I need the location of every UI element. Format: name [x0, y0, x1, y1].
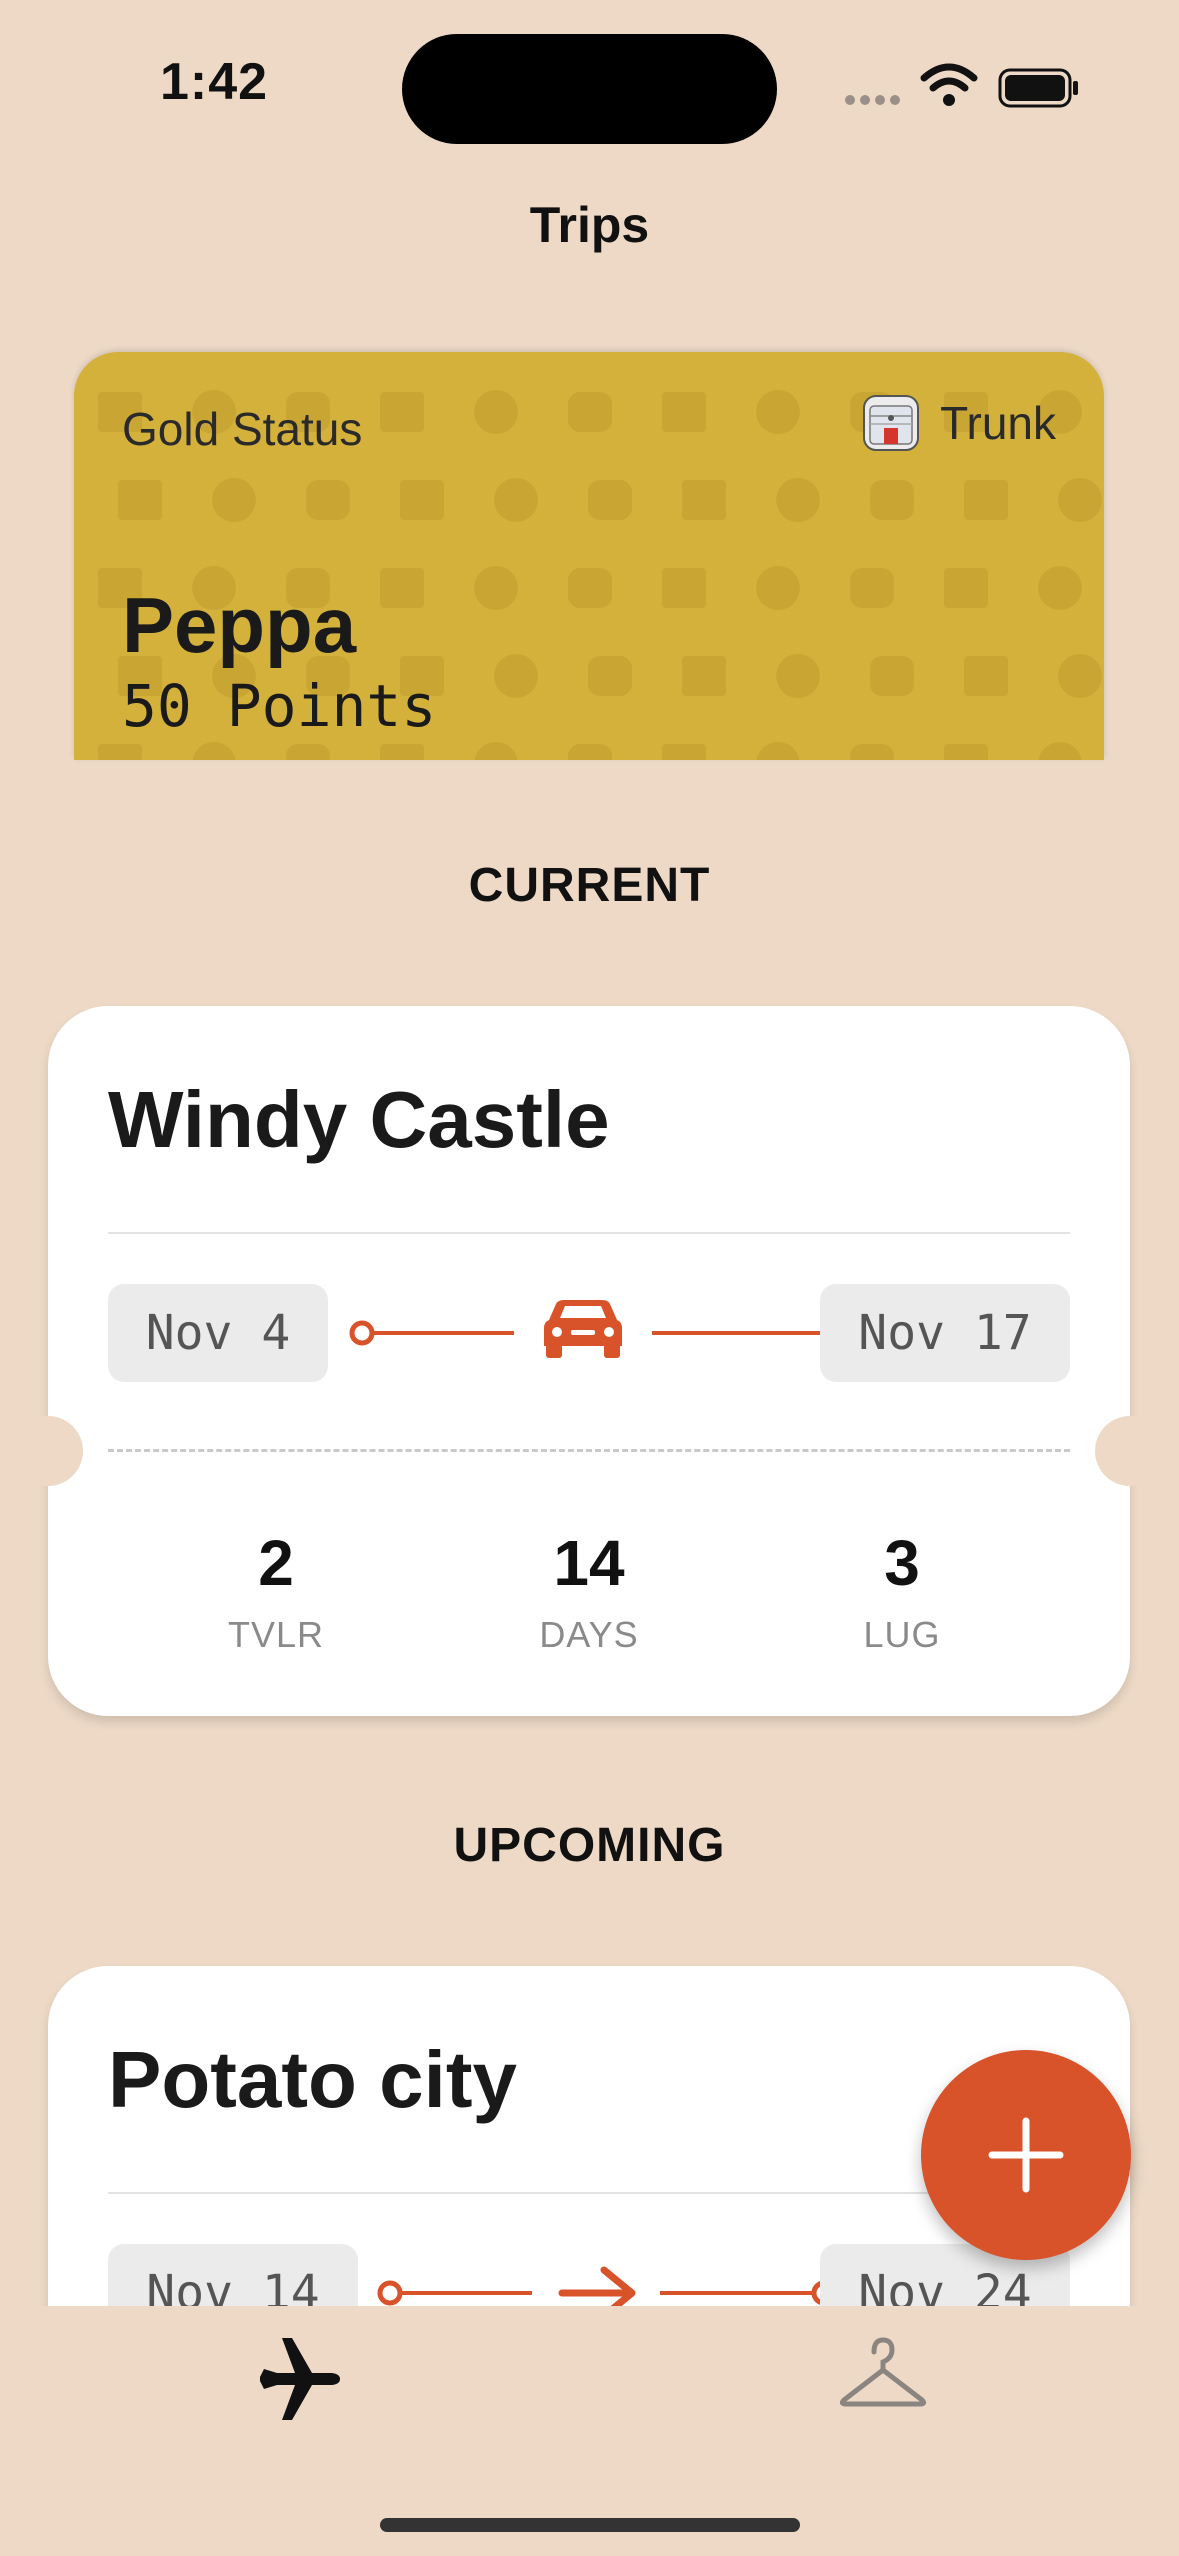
stat-luggage: 3 LUG [792, 1526, 1012, 1656]
stat-label: TVLR [227, 1614, 325, 1655]
pattern-glyph [1058, 478, 1102, 522]
section-label-current: CURRENT [468, 859, 711, 912]
divider [108, 2192, 1070, 2194]
stat-label: LUG [863, 1614, 941, 1655]
pattern-glyph [662, 568, 706, 608]
pattern-glyph [588, 656, 632, 696]
brand-name: Trunk [940, 397, 1056, 449]
status-time: 1:42 [160, 53, 269, 111]
stat-travelers: 2 TVLR [166, 1526, 386, 1656]
divider [108, 1232, 1070, 1234]
page-title: Trips [529, 197, 650, 253]
car-icon [544, 1300, 622, 1358]
pattern-glyph [1058, 654, 1102, 698]
pattern-glyph [588, 480, 632, 520]
pattern-glyph [118, 480, 162, 520]
wifi-icon [920, 62, 978, 111]
tab-trips[interactable] [240, 2326, 350, 2436]
pattern-glyph [756, 390, 800, 434]
pattern-glyph [1038, 566, 1082, 610]
pattern-glyph [850, 568, 894, 608]
pattern-glyph [756, 742, 800, 760]
pattern-glyph [494, 654, 538, 698]
add-trip-button[interactable] [921, 2050, 1131, 2260]
trip-title: Potato city [108, 2035, 517, 2124]
pattern-glyph [1038, 742, 1082, 760]
stat-value: 3 [884, 1527, 920, 1599]
pattern-glyph [98, 744, 142, 760]
end-date: Nov 17 [820, 1284, 1070, 1382]
pattern-glyph [662, 744, 706, 760]
pattern-glyph [286, 744, 330, 760]
pattern-glyph [850, 744, 894, 760]
pattern-glyph [306, 480, 350, 520]
hanger-icon [839, 2337, 927, 2407]
dynamic-island [402, 34, 777, 144]
stat-days: 14 DAYS [479, 1526, 699, 1656]
pattern-glyph [568, 392, 612, 432]
pattern-glyph [380, 744, 424, 760]
pattern-glyph [944, 744, 988, 760]
pattern-glyph [380, 392, 424, 432]
stat-value: 2 [258, 1527, 294, 1599]
route-line [349, 1300, 847, 1358]
current-trip-card[interactable]: Windy Castle Nov 4 Nov 17 2 TVLR 14 DAYS… [13, 1006, 1165, 1716]
stat-value: 14 [553, 1527, 625, 1599]
loyalty-card[interactable]: Gold Status Trunk Peppa 50 Points [74, 352, 1104, 760]
pattern-glyph [474, 390, 518, 434]
pattern-glyph [776, 654, 820, 698]
home-indicator [380, 2518, 800, 2532]
section-label-upcoming: UPCOMING [453, 1819, 726, 1872]
pattern-glyph [776, 478, 820, 522]
cellular-signal-icon [845, 92, 907, 105]
pattern-glyph [662, 392, 706, 432]
brand-badge: Trunk [862, 394, 1056, 452]
member-name: Peppa [122, 581, 357, 669]
ticket-perforation [108, 1449, 1070, 1452]
pattern-glyph [870, 480, 914, 520]
pattern-glyph [192, 742, 236, 760]
ticket-notch-right [1095, 1416, 1165, 1486]
points-balance: 50 Points [122, 672, 437, 740]
pattern-glyph [474, 742, 518, 760]
pattern-glyph [474, 566, 518, 610]
start-date: Nov 4 [108, 1284, 328, 1382]
stat-label: DAYS [539, 1614, 639, 1655]
trip-title: Windy Castle [108, 1075, 610, 1164]
plus-icon [988, 2117, 1064, 2193]
pattern-glyph [494, 478, 538, 522]
pattern-glyph [682, 656, 726, 696]
airplane-icon [260, 2338, 340, 2420]
pattern-glyph [212, 478, 256, 522]
pattern-glyph [944, 568, 988, 608]
pattern-glyph [380, 568, 424, 608]
ticket-notch-left [13, 1416, 83, 1486]
loyalty-status: Gold Status [122, 403, 363, 455]
tab-wardrobe[interactable] [838, 2330, 928, 2430]
pattern-glyph [400, 480, 444, 520]
pattern-glyph [682, 480, 726, 520]
pattern-glyph [756, 566, 800, 610]
pattern-glyph [568, 568, 612, 608]
pattern-glyph [870, 656, 914, 696]
trunk-app-icon [863, 395, 920, 451]
battery-icon [998, 68, 1080, 113]
pattern-glyph [964, 656, 1008, 696]
pattern-glyph [568, 744, 612, 760]
pattern-glyph [964, 480, 1008, 520]
